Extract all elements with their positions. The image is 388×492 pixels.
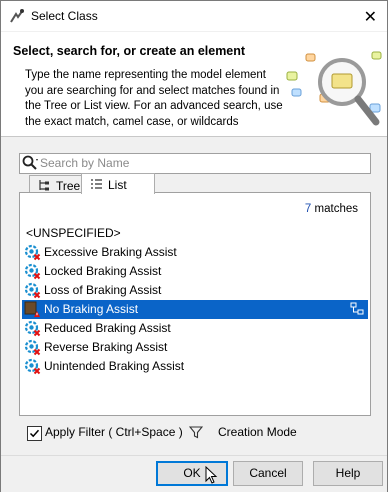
checkmark-icon xyxy=(29,429,40,438)
dialog-window: Select Class ✕ Select, search for, or cr… xyxy=(0,0,388,492)
tab-list-label: List xyxy=(108,178,127,192)
match-count-number: 7 xyxy=(304,203,312,215)
cancel-button[interactable]: Cancel xyxy=(233,461,303,486)
class-error-icon xyxy=(24,244,41,261)
tree-icon xyxy=(39,180,49,191)
list-icon xyxy=(91,179,102,189)
dialog-header: Select, search for, or create an element… xyxy=(1,32,387,137)
cancel-button-label: Cancel xyxy=(249,466,287,480)
list-item[interactable]: Reverse Braking Assist xyxy=(22,338,368,357)
title-bar: Select Class ✕ xyxy=(1,1,387,31)
list-item-label: Reverse Braking Assist xyxy=(44,340,168,354)
app-icon xyxy=(10,9,24,23)
header-description: Type the name representing the model ele… xyxy=(25,69,283,128)
class-error-icon xyxy=(24,263,41,280)
list-item[interactable]: Excessive Braking Assist xyxy=(22,243,368,262)
class-warning-icon xyxy=(24,301,40,317)
apply-filter-label: Apply Filter ( Ctrl+Space ) xyxy=(45,425,183,439)
results-list: 7 matches <UNSPECIFIED> Excessive Braking… xyxy=(19,192,371,416)
ok-button-label: OK xyxy=(183,466,201,480)
filter-funnel-icon[interactable] xyxy=(189,426,203,439)
tab-tree-label: Tree xyxy=(56,179,81,193)
list-item[interactable]: Locked Braking Assist xyxy=(22,262,368,281)
list-item-label: No Braking Assist xyxy=(44,302,139,316)
list-item-label: Reduced Braking Assist xyxy=(44,321,171,335)
search-illustration-icon xyxy=(286,51,382,126)
select-in-tree-icon[interactable] xyxy=(350,302,364,316)
help-button[interactable]: Help xyxy=(313,461,383,486)
class-error-icon xyxy=(24,320,41,337)
list-item-label: Loss of Braking Assist xyxy=(44,283,162,297)
class-error-icon xyxy=(24,358,41,375)
list-item-label: Locked Braking Assist xyxy=(44,264,162,278)
match-count: 7 matches xyxy=(305,203,358,215)
help-button-label: Help xyxy=(335,466,361,480)
list-item[interactable]: Loss of Braking Assist xyxy=(22,281,368,300)
match-count-label: matches xyxy=(314,203,358,215)
list-item-label: Excessive Braking Assist xyxy=(44,245,177,259)
view-tabs: Tree List xyxy=(29,173,189,194)
search-input[interactable] xyxy=(40,155,366,171)
search-icon[interactable] xyxy=(22,155,38,171)
list-item[interactable]: <UNSPECIFIED> xyxy=(22,224,368,243)
checkbox-box[interactable] xyxy=(27,426,42,441)
list-item[interactable]: Unintended Braking Assist xyxy=(22,357,368,376)
class-error-icon xyxy=(24,282,41,299)
list-item-label: <UNSPECIFIED> xyxy=(26,226,121,240)
creation-mode-link[interactable]: Creation Mode xyxy=(218,425,297,439)
list-item[interactable]: No Braking Assist xyxy=(22,300,368,319)
window-title: Select Class xyxy=(31,9,98,23)
mouse-cursor-icon xyxy=(205,466,218,484)
close-button[interactable]: ✕ xyxy=(364,7,377,27)
header-heading: Select, search for, or create an element xyxy=(13,44,246,58)
list-item[interactable]: Reduced Braking Assist xyxy=(22,319,368,338)
class-error-icon xyxy=(24,339,41,356)
tab-list[interactable]: List xyxy=(81,173,155,194)
list-item-label: Unintended Braking Assist xyxy=(44,359,185,373)
search-field[interactable] xyxy=(19,153,371,174)
